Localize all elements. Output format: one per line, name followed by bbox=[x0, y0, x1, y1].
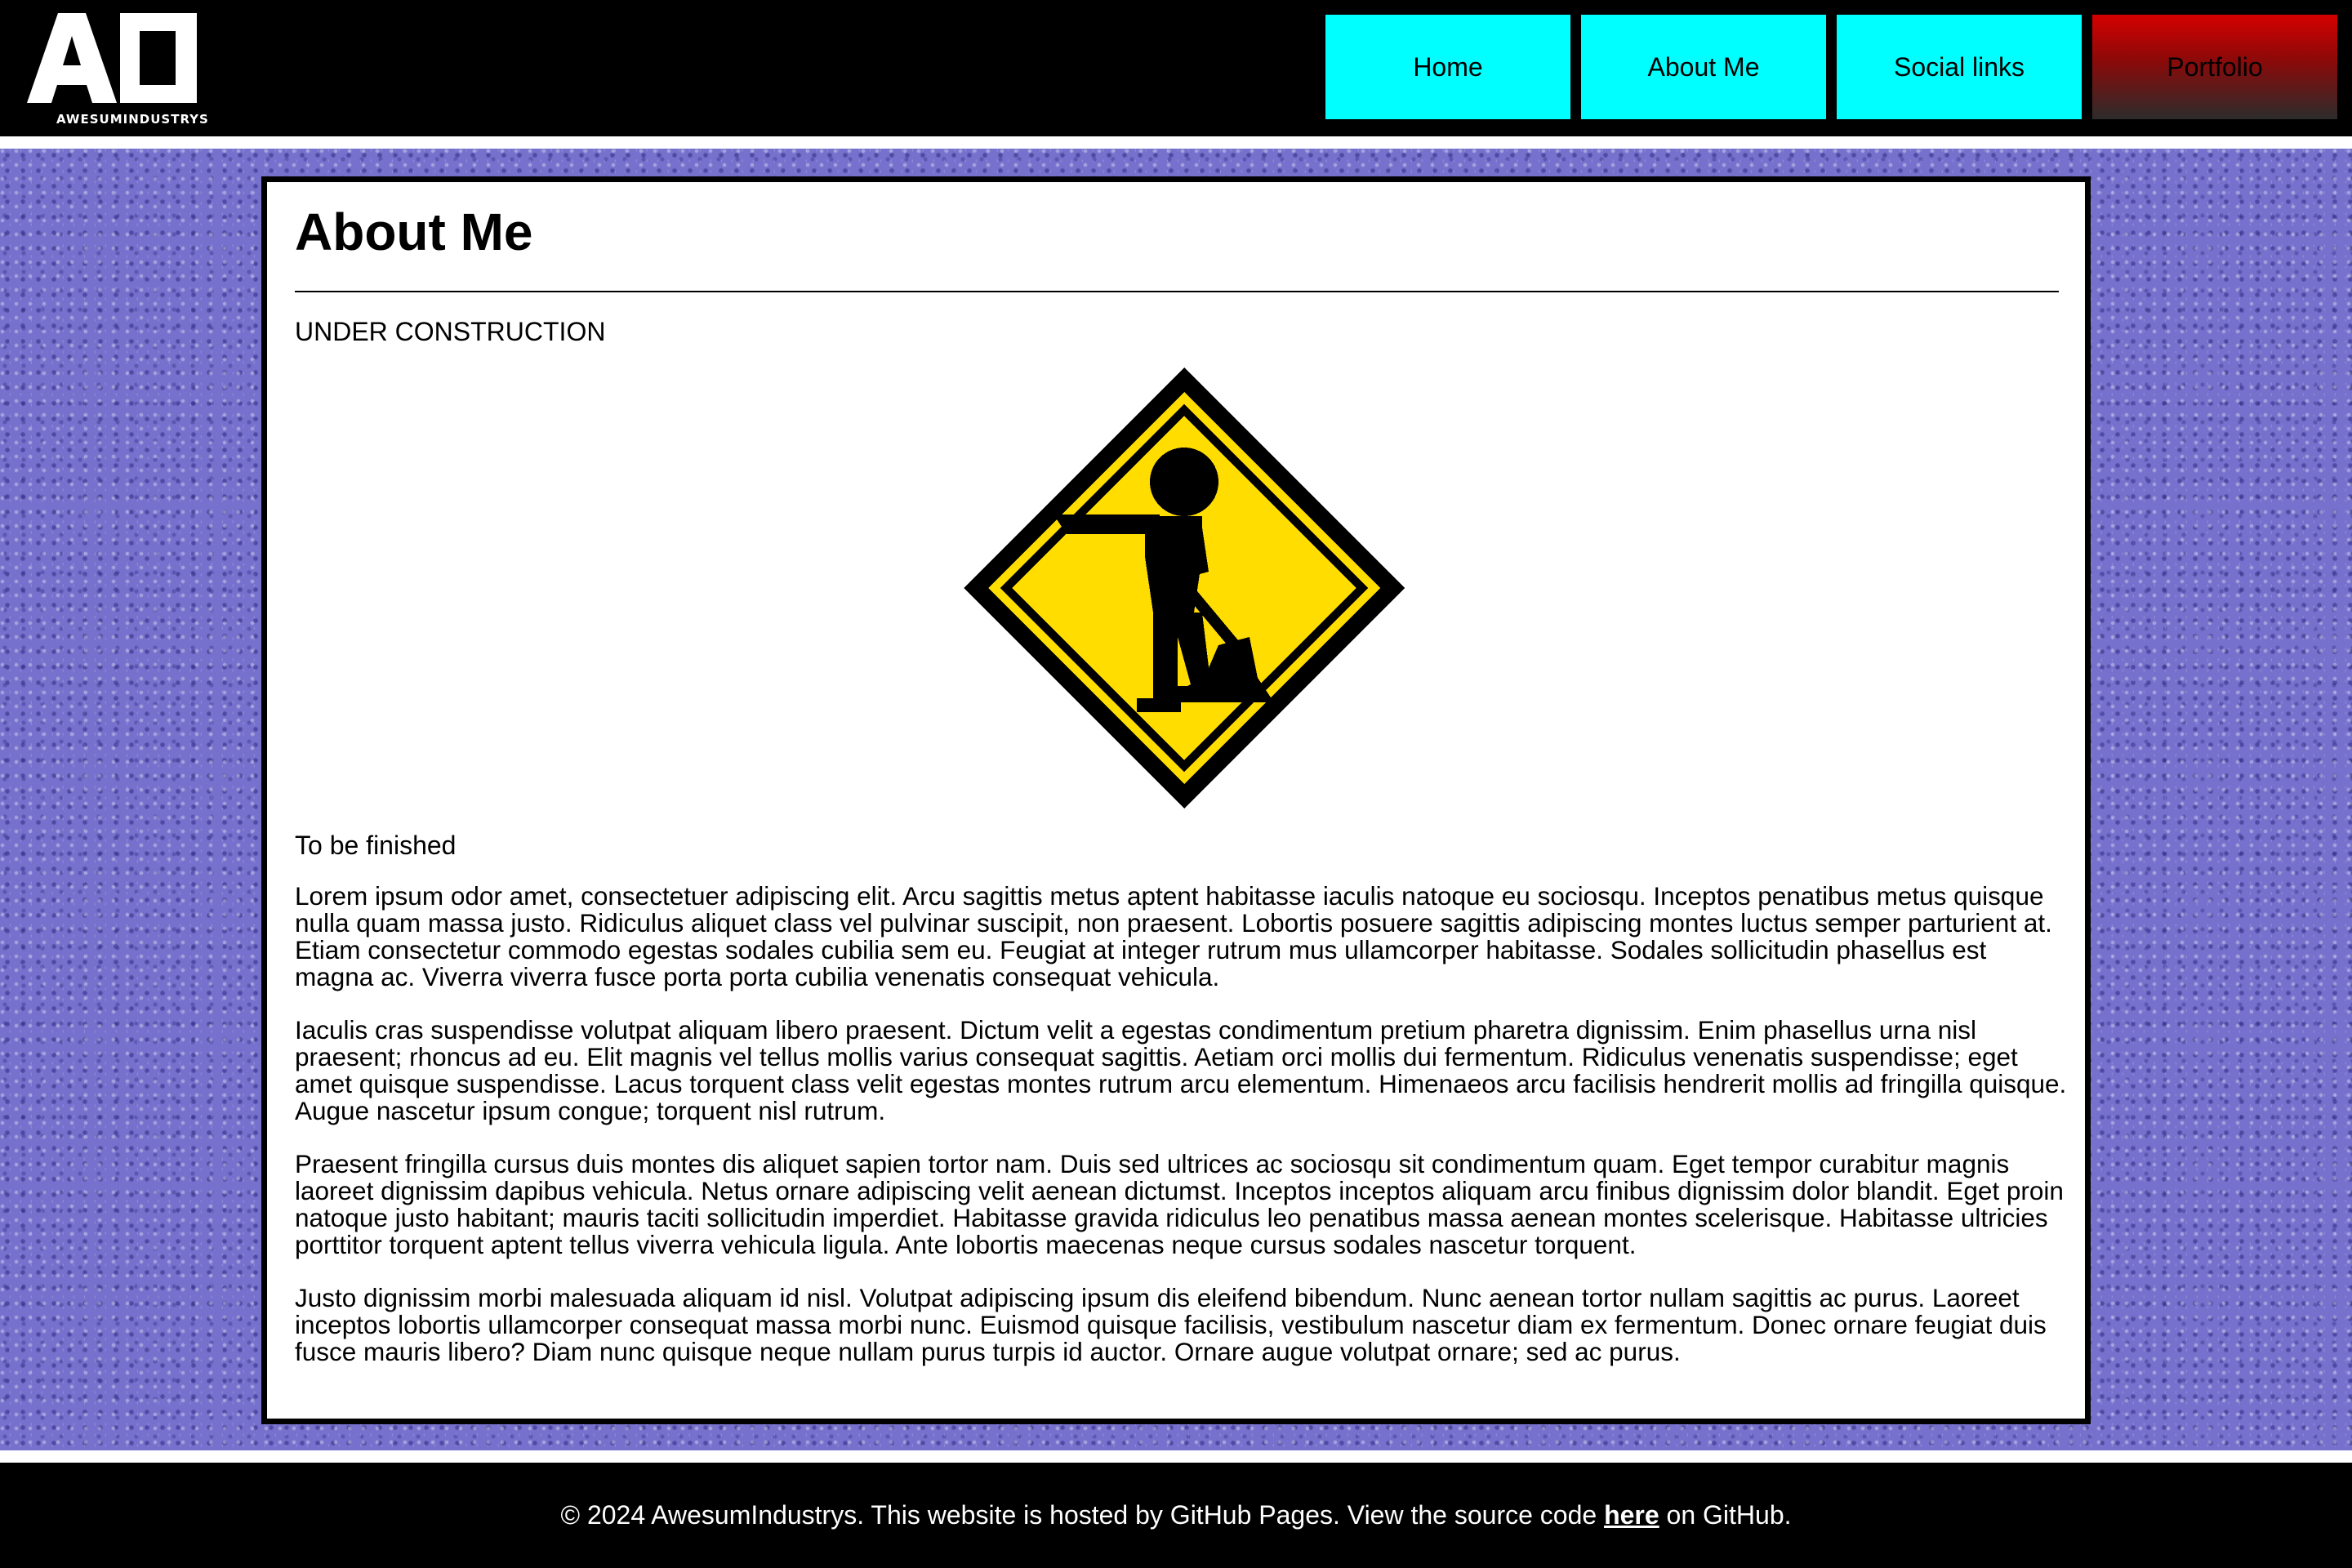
nav-home-button[interactable]: Home bbox=[1325, 15, 1570, 119]
content-card: About Me UNDER CONSTRUCTION To be finish… bbox=[261, 176, 2091, 1424]
body-paragraph: Justo dignissim morbi malesuada aliquam … bbox=[295, 1283, 2047, 1366]
footer-divider bbox=[0, 1450, 2352, 1463]
note-text: To be finished bbox=[295, 831, 457, 860]
nav-about-me-button[interactable]: About Me bbox=[1581, 15, 1826, 119]
body-paragraph: Iaculis cras suspendisse volutpat aliqua… bbox=[295, 1015, 2067, 1125]
page-title: About Me bbox=[295, 203, 533, 261]
title-divider bbox=[295, 291, 2059, 292]
site-logo[interactable]: AWESUMINDUSTRYS bbox=[27, 13, 208, 127]
footer: © 2024 AwesumIndustrys. This website is … bbox=[0, 1463, 2352, 1568]
logo-caption: AWESUMINDUSTRYS bbox=[56, 112, 209, 127]
body-paragraph: Lorem ipsum odor amet, consectetuer adip… bbox=[295, 881, 2052, 991]
footer-text-suffix: on GitHub. bbox=[1659, 1500, 1792, 1530]
nav-social-links-button[interactable]: Social links bbox=[1837, 15, 2082, 119]
body-text: Lorem ipsum odor amet, consectetuer adip… bbox=[295, 883, 2067, 1392]
footer-text-prefix: © 2024 AwesumIndustrys. This website is … bbox=[560, 1500, 1605, 1530]
source-code-link[interactable]: here bbox=[1604, 1500, 1659, 1530]
under-construction-label: UNDER CONSTRUCTION bbox=[295, 317, 606, 346]
logo-mark-icon bbox=[27, 13, 197, 103]
under-construction-sign-icon bbox=[964, 368, 1405, 808]
nav-portfolio-button[interactable]: Portfolio bbox=[2092, 15, 2337, 119]
header-divider bbox=[0, 136, 2352, 149]
body-paragraph: Praesent fringilla cursus duis montes di… bbox=[295, 1149, 2064, 1259]
top-navigation-bar: AWESUMINDUSTRYS Home About Me Social lin… bbox=[0, 0, 2352, 136]
